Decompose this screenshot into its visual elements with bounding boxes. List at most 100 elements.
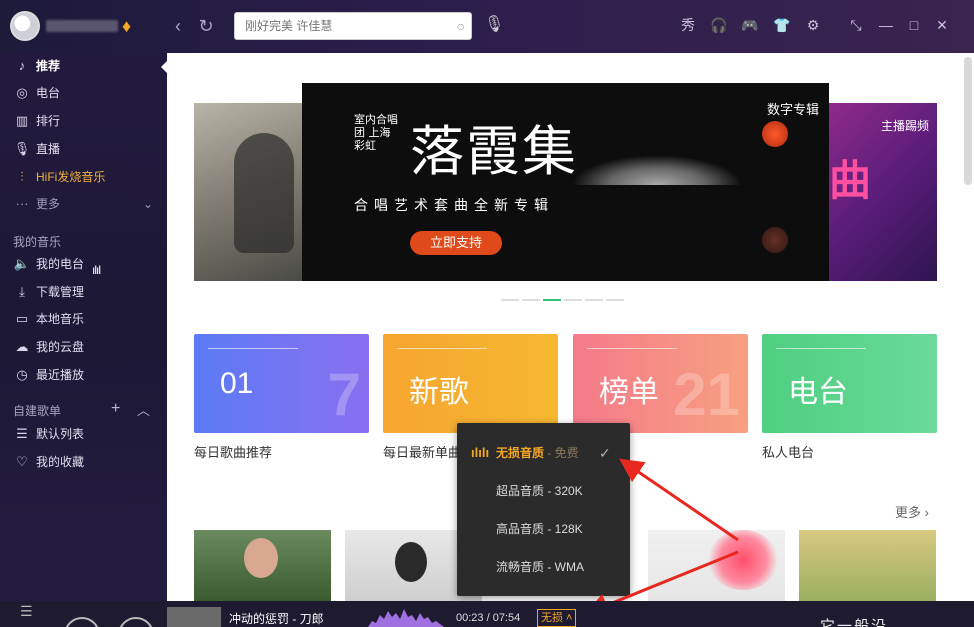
waveform-icon: ılılı xyxy=(471,445,490,460)
song-title[interactable]: 冲动的惩罚 - 刀郎 xyxy=(229,610,324,627)
sidebar-item[interactable]: 🎙 直播 xyxy=(0,136,167,162)
user-avatar[interactable] xyxy=(10,11,40,41)
card-caption[interactable]: 每日歌曲推荐 xyxy=(194,442,272,461)
feature-card[interactable]: 7 01 xyxy=(194,334,369,433)
sidebar-item[interactable]: ☁ 我的云盘 xyxy=(0,334,167,360)
sidebar-item-icon: ♡ xyxy=(16,454,28,469)
feature-card[interactable]: 电台 xyxy=(762,334,937,433)
banner-dot[interactable] xyxy=(606,299,624,301)
back-button[interactable]: ‹ xyxy=(166,14,190,38)
quality-option[interactable]: ılılı 无损音质 - 免费 ✓ xyxy=(457,435,630,471)
banner-person-image xyxy=(234,133,294,253)
quality-option-label: 无损音质 xyxy=(496,446,545,460)
player-bar: ☰ 冲动的惩罚 - 刀郎 00:23 / 07:54 无损 ˄ 它一般沿... xyxy=(0,601,974,627)
sidebar-item[interactable]: ▭ 本地音乐 xyxy=(0,306,167,332)
album-cover[interactable] xyxy=(167,607,221,627)
headphone-icon[interactable]: 🎧 xyxy=(710,16,728,34)
chevron-down-icon[interactable]: ⌄ xyxy=(143,191,153,217)
minimize-icon[interactable]: — xyxy=(877,16,895,34)
banner-orb-bottom xyxy=(762,227,788,253)
vip-icon[interactable]: ♦ xyxy=(122,16,142,36)
more-link[interactable]: 更多 › xyxy=(895,502,929,521)
quality-option-label: 超品音质 - 320K xyxy=(496,484,583,498)
quality-menu: ılılı 无损音质 - 免费 ✓ 超品音质 - 320K 高品音质 - 128K 流畅音… xyxy=(457,423,630,596)
banner-prev[interactable] xyxy=(194,103,304,281)
add-playlist-icon[interactable]: + xyxy=(111,400,120,418)
maximize-icon[interactable]: □ xyxy=(905,16,923,34)
prev-button[interactable] xyxy=(64,617,100,627)
sidebar-item-label: 排行 xyxy=(36,114,61,128)
close-icon[interactable]: ✕ xyxy=(933,16,951,34)
play-time: 00:23 / 07:54 xyxy=(456,612,521,624)
search-input[interactable] xyxy=(235,13,435,39)
search-icon[interactable]: ○ xyxy=(457,18,465,34)
sidebar-item-label: 直播 xyxy=(36,142,61,156)
sidebar-item[interactable]: ⤓ 下载管理 xyxy=(0,279,167,305)
sidebar-item-icon: ◷ xyxy=(16,367,28,382)
quality-button[interactable]: 无损 ˄ xyxy=(537,609,577,627)
banner-dot[interactable] xyxy=(543,299,561,301)
card-title: 新歌 xyxy=(409,376,469,409)
sidebar-item[interactable]: ◷ 最近播放 xyxy=(0,362,167,388)
banner-subtitle: 合唱艺术套曲全新专辑 xyxy=(354,197,554,213)
collapse-icon[interactable]: ︿ xyxy=(137,400,150,419)
feature-card[interactable]: 新歌 xyxy=(383,334,558,433)
shirt-icon[interactable]: 👕 xyxy=(773,16,791,34)
card-divider xyxy=(776,348,866,349)
refresh-button[interactable]: ↻ xyxy=(194,14,218,38)
sidebar-item[interactable]: ◎ 电台 xyxy=(0,80,167,106)
quality-option[interactable]: 超品音质 - 320K xyxy=(457,473,630,509)
skin-show-icon[interactable]: 秀 xyxy=(679,16,697,34)
voice-search-icon[interactable]: 🎙 xyxy=(484,14,504,34)
playlists-heading: 自建歌单 + ︿ xyxy=(13,400,150,419)
banner-dot[interactable] xyxy=(522,299,540,301)
banner-next[interactable]: 主播踢频 曲 xyxy=(829,103,937,281)
quality-option-label: 流畅音质 - WMA xyxy=(496,560,584,574)
waveform-visualizer xyxy=(368,609,444,627)
sidebar-item[interactable]: ☰ 默认列表 xyxy=(0,421,167,447)
settings-icon[interactable]: ⚙ xyxy=(804,16,822,34)
banner-next-text: 曲 xyxy=(829,156,872,205)
card-caption[interactable]: 每日最新单曲 xyxy=(383,442,461,461)
quality-option[interactable]: 流畅音质 - WMA xyxy=(457,549,630,585)
sidebar-item[interactable]: ▥ 排行 xyxy=(0,108,167,134)
banner-dot[interactable] xyxy=(585,299,603,301)
playlist-thumb[interactable] xyxy=(648,530,785,601)
quality-option-suffix: - 免费 xyxy=(544,446,579,460)
sidebar-item-label: 我的收藏 xyxy=(36,455,85,469)
playlist-icon[interactable]: ☰ xyxy=(20,603,33,620)
banner-title: 落霞集 xyxy=(410,120,578,183)
card-bg-text: 21 xyxy=(673,361,740,428)
playlist-thumb[interactable] xyxy=(194,530,331,601)
lyric-text[interactable]: 它一般沿... xyxy=(820,615,907,627)
scrollbar[interactable] xyxy=(964,57,972,185)
sidebar-item[interactable]: 🔈 我的电台 ılıl xyxy=(0,251,167,277)
banner-dot[interactable] xyxy=(564,299,582,301)
banner-mountain-image xyxy=(572,155,742,185)
sidebar-item-icon: ◎ xyxy=(16,85,28,100)
play-button[interactable] xyxy=(118,617,154,627)
banner-cta-button[interactable]: 立即支持 xyxy=(410,231,502,255)
sidebar-item[interactable]: ··· 更多 ⌄ xyxy=(0,191,167,217)
gamepad-icon[interactable]: 🎮 xyxy=(741,16,759,34)
sidebar-item-label: 电台 xyxy=(36,86,61,100)
playlist-thumb[interactable] xyxy=(799,530,936,601)
search-box[interactable]: ○ xyxy=(234,12,472,40)
sidebar-item[interactable]: ♪ 推荐 xyxy=(0,53,167,79)
sidebar: ♪ 推荐 ◎ 电台 ▥ 排行 🎙 直播 ⫶ HiFi发烧音乐 ··· 更多 ⌄ 我的音乐 🔈 我的电台 ıl… xyxy=(0,53,167,601)
thumb-smoke xyxy=(708,530,778,590)
feature-card[interactable]: 21 榜单 xyxy=(573,334,748,433)
playlists-heading-label: 自建歌单 xyxy=(13,404,62,418)
banner-main[interactable]: 数字专辑 室内合唱团 上海彩虹 落霞集 合唱艺术套曲全新专辑 立即支持 xyxy=(302,83,829,281)
quality-option[interactable]: 高品音质 - 128K xyxy=(457,511,630,547)
username-blurred[interactable] xyxy=(46,20,118,32)
sidebar-item-label: 更多 xyxy=(36,197,61,211)
banner-dot[interactable] xyxy=(501,299,519,301)
banner-tag: 数字专辑 xyxy=(766,102,819,117)
title-bar: ♦ ‹ ↻ ○ 🎙 秀 🎧 🎮 👕 ⚙ ⤡ — □ ✕ xyxy=(0,0,974,53)
card-caption[interactable]: 私人电台 xyxy=(762,442,814,461)
sidebar-item[interactable]: ♡ 我的收藏 xyxy=(0,449,167,475)
sidebar-item[interactable]: ⫶ HiFi发烧音乐 xyxy=(0,164,167,190)
mini-mode-icon[interactable]: ⤡ xyxy=(847,16,865,34)
sidebar-item-icon: ☁ xyxy=(15,339,29,354)
